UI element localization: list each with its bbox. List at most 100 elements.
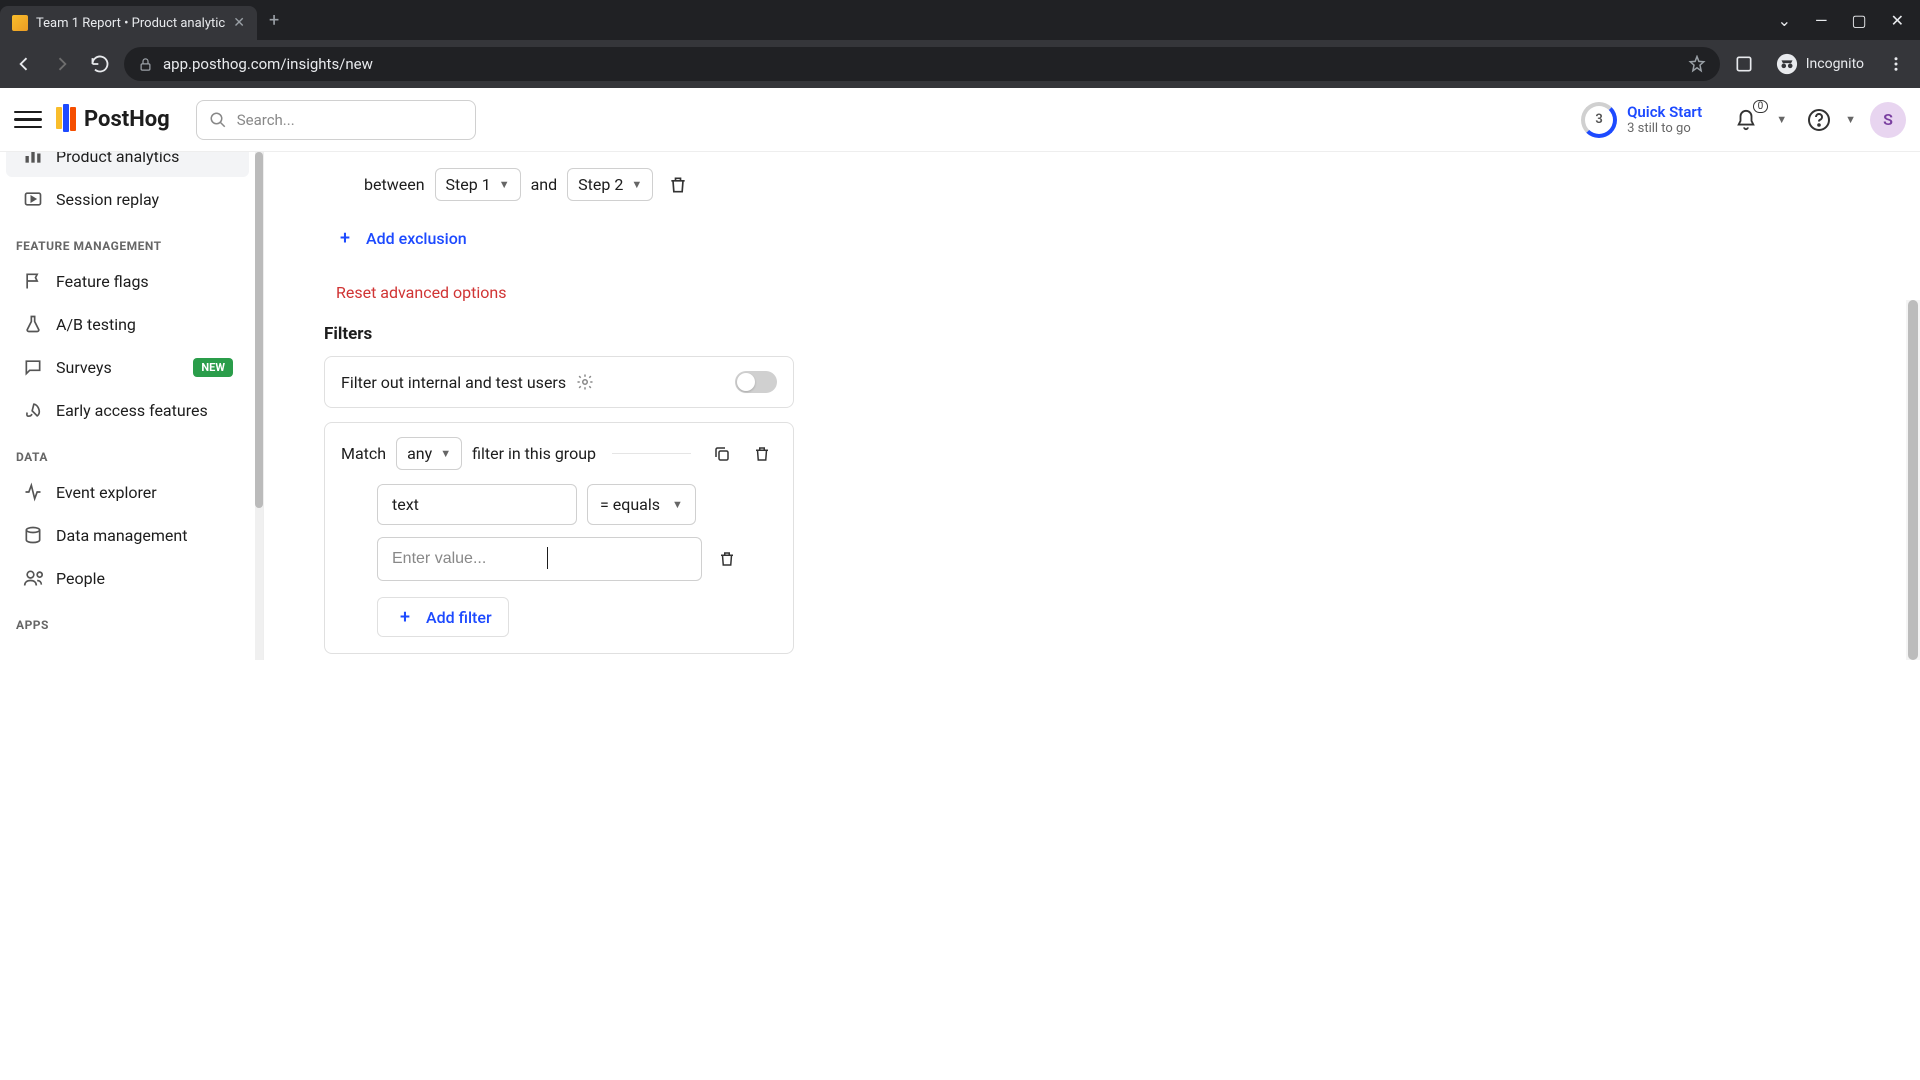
sidebar-item-label: Event explorer <box>56 483 157 502</box>
sidebar-section-feature: FEATURE MANAGEMENT <box>0 221 255 259</box>
people-icon <box>22 567 44 589</box>
filters-heading: Filters <box>324 324 794 344</box>
help-button[interactable] <box>1801 102 1837 138</box>
menu-toggle-button[interactable] <box>14 106 42 134</box>
sidebar-item-surveys[interactable]: Surveys NEW <box>6 346 249 388</box>
step1-select[interactable]: Step 1▼ <box>435 168 521 201</box>
reload-button[interactable] <box>86 50 114 78</box>
filter-value-input[interactable] <box>377 537 702 581</box>
reset-advanced-link[interactable]: Reset advanced options <box>336 283 782 302</box>
browser-tab-strip: Team 1 Report • Product analytic ✕ + ⌄ —… <box>0 0 1920 40</box>
sidebar-item-session-replay[interactable]: Session replay <box>6 178 249 220</box>
sidebar-item-label: People <box>56 569 105 588</box>
sidebar: Product analytics Session replay FEATURE… <box>0 152 264 660</box>
play-icon <box>22 188 44 210</box>
plus-icon: + <box>334 227 356 249</box>
main-scrollbar[interactable] <box>1906 300 1920 660</box>
chevron-down-icon[interactable]: ▼ <box>1845 113 1856 126</box>
duplicate-group-button[interactable] <box>707 439 737 469</box>
sidebar-item-label: Early access features <box>56 401 208 420</box>
sidebar-item-people[interactable]: People <box>6 557 249 599</box>
sidebar-item-product-analytics[interactable]: Product analytics <box>6 152 249 177</box>
filter-group: Match any▼ filter in this group text <box>324 422 794 654</box>
logo-text: PostHog <box>84 107 170 132</box>
notification-count: 0 <box>1753 100 1769 113</box>
tabs-dropdown-icon[interactable]: ⌄ <box>1778 11 1791 30</box>
search-placeholder: Search... <box>237 111 295 129</box>
bell-icon <box>1735 109 1757 131</box>
filter-property-select[interactable]: text <box>377 484 577 525</box>
browser-menu-icon[interactable] <box>1882 50 1910 78</box>
quick-start-title: Quick Start <box>1627 103 1702 121</box>
extensions-icon[interactable] <box>1730 50 1758 78</box>
gear-icon[interactable] <box>576 373 594 391</box>
window-controls: ⌄ — ▢ ✕ <box>1762 0 1920 40</box>
search-icon <box>209 111 227 129</box>
chat-icon <box>22 356 44 378</box>
sidebar-item-label: Data management <box>56 526 187 545</box>
match-label: Match <box>341 444 386 463</box>
sidebar-item-feature-flags[interactable]: Feature flags <box>6 260 249 302</box>
incognito-icon <box>1776 53 1798 75</box>
copy-icon <box>713 445 731 463</box>
delete-exclusion-button[interactable] <box>663 170 693 200</box>
exclusion-step-row: between Step 1▼ and Step 2▼ <box>364 168 754 201</box>
activity-icon <box>22 481 44 503</box>
add-filter-button[interactable]: + Add filter <box>377 597 509 637</box>
bookmark-star-icon[interactable] <box>1688 55 1706 73</box>
notifications-button[interactable]: 0 <box>1728 102 1764 138</box>
sidebar-scrollbar[interactable] <box>255 152 263 660</box>
search-input[interactable]: Search... <box>196 100 476 140</box>
posthog-logo[interactable]: PostHog <box>56 107 170 132</box>
trash-icon <box>753 445 771 463</box>
incognito-badge[interactable]: Incognito <box>1768 53 1872 75</box>
match-suffix: filter in this group <box>472 444 596 463</box>
sidebar-item-ab-testing[interactable]: A/B testing <box>6 303 249 345</box>
sidebar-item-label: Feature flags <box>56 272 149 291</box>
sidebar-item-event-explorer[interactable]: Event explorer <box>6 471 249 513</box>
close-window-icon[interactable]: ✕ <box>1891 11 1904 30</box>
step2-select[interactable]: Step 2▼ <box>567 168 653 201</box>
close-tab-icon[interactable]: ✕ <box>233 15 245 31</box>
filter-test-users-label: Filter out internal and test users <box>341 373 566 392</box>
maximize-icon[interactable]: ▢ <box>1851 11 1866 30</box>
app-header: PostHog Search... 3 Quick Start 3 still … <box>0 88 1920 152</box>
address-bar[interactable]: app.posthog.com/insights/new <box>124 47 1720 81</box>
minimize-icon[interactable]: — <box>1815 11 1828 30</box>
database-icon <box>22 524 44 546</box>
delete-filter-button[interactable] <box>712 544 742 574</box>
progress-ring-icon: 3 <box>1581 102 1617 138</box>
chevron-down-icon[interactable]: ▼ <box>1776 113 1787 126</box>
filter-test-users-card: Filter out internal and test users <box>324 356 794 408</box>
help-icon <box>1807 108 1831 132</box>
delete-group-button[interactable] <box>747 439 777 469</box>
browser-toolbar: app.posthog.com/insights/new Incognito <box>0 40 1920 88</box>
browser-tab[interactable]: Team 1 Report • Product analytic ✕ <box>0 6 257 40</box>
new-badge: NEW <box>193 358 233 377</box>
filter-test-users-toggle[interactable] <box>735 371 777 393</box>
bar-chart-icon <box>22 152 44 167</box>
back-button[interactable] <box>10 50 38 78</box>
add-exclusion-button[interactable]: + Add exclusion <box>334 219 467 257</box>
sidebar-item-label: Product analytics <box>56 152 179 166</box>
quick-start-subtitle: 3 still to go <box>1627 121 1702 136</box>
flask-icon <box>22 313 44 335</box>
sidebar-item-label: Surveys <box>56 358 112 377</box>
tab-title: Team 1 Report • Product analytic <box>36 16 225 31</box>
url-text: app.posthog.com/insights/new <box>163 55 373 73</box>
favicon <box>12 15 28 31</box>
sidebar-section-data: DATA <box>0 432 255 470</box>
quick-start-widget[interactable]: 3 Quick Start 3 still to go <box>1581 102 1702 138</box>
forward-button[interactable] <box>48 50 76 78</box>
rocket-icon <box>22 399 44 421</box>
main-content: between Step 1▼ and Step 2▼ + Add exclus… <box>264 152 1920 660</box>
lock-icon <box>138 57 153 72</box>
sidebar-item-early-access[interactable]: Early access features <box>6 389 249 431</box>
new-tab-button[interactable]: + <box>257 0 291 40</box>
trash-icon <box>718 550 736 568</box>
match-select[interactable]: any▼ <box>396 437 462 470</box>
sidebar-item-data-management[interactable]: Data management <box>6 514 249 556</box>
filter-operator-select[interactable]: = equals▼ <box>587 484 696 525</box>
trash-icon <box>668 175 688 195</box>
user-avatar[interactable]: S <box>1870 102 1906 138</box>
